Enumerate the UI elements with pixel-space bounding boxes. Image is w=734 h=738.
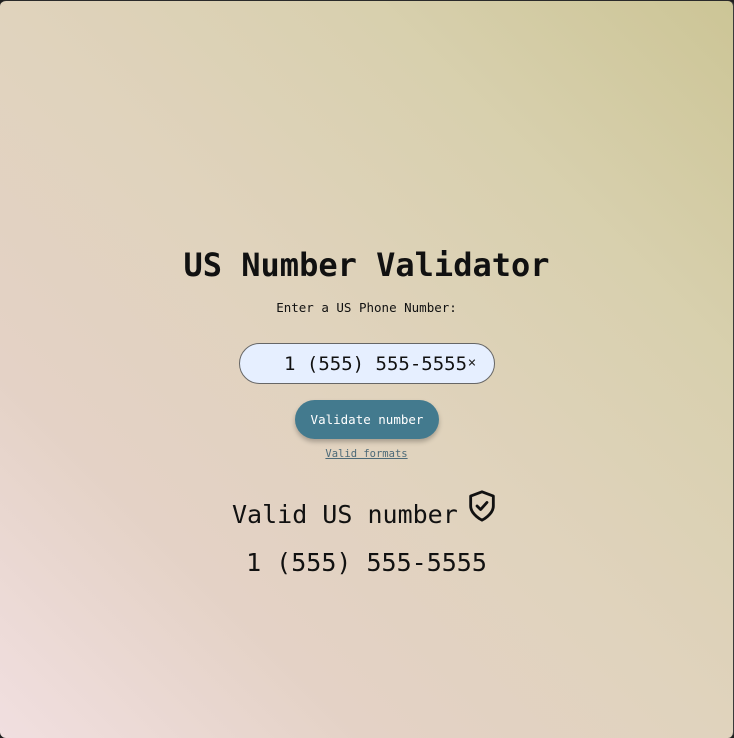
shield-check-icon (469, 490, 495, 522)
valid-formats-link[interactable]: Valid formats (325, 448, 407, 460)
formats-link-container: Valid formats (0, 447, 733, 461)
app-window: US Number Validator Enter a US Phone Num… (0, 0, 734, 738)
result-number: 1 (555) 555-5555 (246, 548, 487, 577)
validate-button[interactable]: Validate number (295, 400, 439, 439)
result-status: Valid US number (232, 500, 458, 529)
phone-input-container: × (239, 343, 495, 384)
phone-number-input[interactable] (240, 344, 466, 383)
page-title: US Number Validator (183, 246, 550, 284)
input-label: Enter a US Phone Number: (276, 300, 457, 315)
clear-icon[interactable]: × (466, 353, 478, 373)
